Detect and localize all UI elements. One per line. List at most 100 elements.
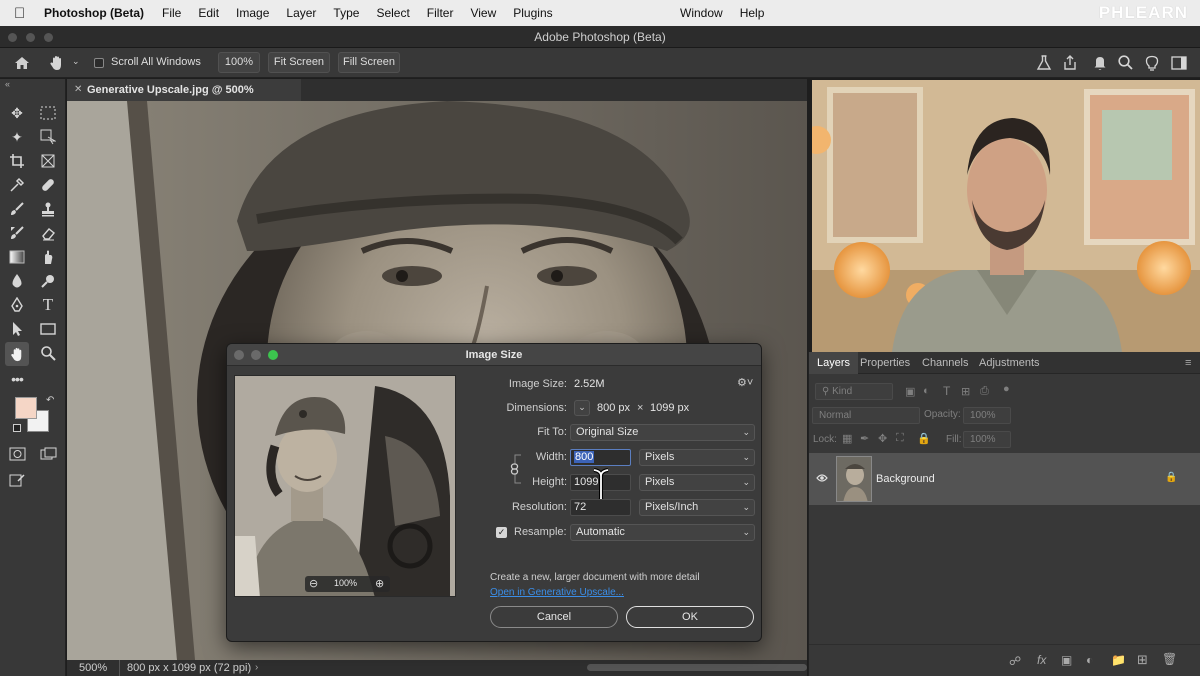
resample-checkbox[interactable]: ✓	[496, 527, 507, 538]
screen-mode-icon[interactable]	[37, 443, 59, 465]
history-brush-tool-icon[interactable]	[6, 222, 28, 244]
frame-tool-icon[interactable]	[37, 150, 59, 172]
fill-input[interactable]: 100%	[963, 431, 1011, 448]
link-layers-icon[interactable]: ☍	[1009, 654, 1021, 668]
filter-shape-icon[interactable]: ⊞	[961, 385, 970, 398]
layer-row-background[interactable]: Background 🔒	[809, 453, 1200, 505]
width-input[interactable]: 800	[570, 449, 631, 466]
menu-edit[interactable]: Edit	[198, 6, 219, 20]
collapse-tools-icon[interactable]: «	[5, 79, 10, 89]
status-document-info[interactable]: 800 px x 1099 px (72 ppi)	[127, 660, 251, 676]
dialog-preview[interactable]: ⊖ 100% ⊕	[234, 375, 456, 597]
delete-layer-trash-icon[interactable]: 🗑	[1162, 652, 1177, 666]
lock-all-icon[interactable]: 🔒	[917, 432, 931, 445]
scroll-all-windows-checkbox[interactable]	[94, 58, 104, 68]
zoom-in-icon[interactable]: ⊕	[375, 577, 384, 590]
tool-preset-chevron-icon[interactable]: ⌄	[72, 56, 80, 67]
dimensions-unit-chevron-icon[interactable]: ⌄	[574, 400, 590, 416]
healing-brush-tool-icon[interactable]	[37, 174, 59, 196]
tab-adjustments[interactable]: Adjustments	[979, 352, 1040, 374]
resample-select[interactable]: Automatic ⌄	[570, 524, 755, 541]
minimize-window-button[interactable]	[26, 33, 35, 42]
lasso-select-tool-icon[interactable]	[37, 126, 59, 148]
fit-screen-button[interactable]: Fit Screen	[268, 52, 330, 73]
object-selection-tool-icon[interactable]: ✦	[6, 126, 28, 148]
new-adjustment-icon[interactable]: ◐	[1086, 653, 1093, 667]
menu-select[interactable]: Select	[376, 6, 409, 20]
blend-mode-select[interactable]: Normal	[812, 407, 920, 424]
close-tab-icon[interactable]: ✕	[74, 79, 82, 101]
zoom-window-button[interactable]	[44, 33, 53, 42]
layer-name[interactable]: Background	[876, 473, 935, 485]
dialog-close-button[interactable]	[234, 350, 244, 360]
menu-filter[interactable]: Filter	[427, 6, 454, 20]
menu-help[interactable]: Help	[740, 6, 765, 20]
opacity-input[interactable]: 100%	[963, 407, 1011, 424]
foreground-color-swatch[interactable]	[15, 397, 37, 419]
filter-type-icon[interactable]: T	[943, 384, 950, 398]
new-layer-icon[interactable]: ⊞	[1137, 652, 1148, 668]
lock-image-icon[interactable]: ✒	[860, 432, 869, 445]
status-zoom-level[interactable]: 500%	[79, 660, 107, 676]
layer-visibility-eye-icon[interactable]	[816, 473, 828, 483]
menu-app-name[interactable]: Photoshop (Beta)	[44, 6, 144, 20]
apple-icon[interactable]: 	[14, 5, 30, 22]
hand-tool-active-icon[interactable]	[5, 342, 29, 366]
move-tool-icon[interactable]: ✥	[6, 102, 28, 124]
fit-to-select[interactable]: Original Size ⌄	[570, 424, 755, 441]
add-mask-icon[interactable]: ▣	[1061, 653, 1072, 667]
fill-screen-button[interactable]: Fill Screen	[338, 52, 400, 73]
layer-effects-icon[interactable]: fx	[1037, 653, 1046, 667]
discover-lightbulb-icon[interactable]	[1143, 53, 1161, 72]
menu-view[interactable]: View	[470, 6, 496, 20]
blur-tool-icon[interactable]	[6, 270, 28, 292]
ok-button[interactable]: OK	[626, 606, 754, 628]
lock-artboard-icon[interactable]: ⛶	[896, 432, 904, 445]
swap-colors-icon[interactable]: ↶	[46, 395, 54, 406]
cancel-button[interactable]: Cancel	[490, 606, 618, 628]
menu-plugins[interactable]: Plugins	[513, 6, 552, 20]
edit-toolbar-icon[interactable]	[6, 469, 28, 491]
menu-window[interactable]: Window	[680, 6, 723, 20]
filter-smart-object-icon[interactable]: ⎙	[980, 385, 989, 398]
zoom-out-icon[interactable]: ⊖	[309, 577, 318, 590]
open-generative-upscale-link[interactable]: Open in Generative Upscale...	[490, 587, 624, 598]
type-tool-icon[interactable]: T	[37, 294, 59, 316]
height-unit-select[interactable]: Pixels ⌄	[639, 474, 755, 491]
clone-stamp-tool-icon[interactable]	[37, 198, 59, 220]
home-icon[interactable]	[13, 55, 31, 71]
status-menu-chevron-icon[interactable]: ›	[255, 660, 258, 676]
more-tools-icon[interactable]: •••	[6, 368, 28, 390]
menu-file[interactable]: File	[162, 6, 181, 20]
eyedropper-tool-icon[interactable]	[6, 174, 28, 196]
smudge-tool-icon[interactable]	[37, 246, 59, 268]
hand-tool-icon[interactable]	[48, 54, 66, 72]
notifications-bell-icon[interactable]	[1092, 54, 1108, 72]
menu-image[interactable]: Image	[236, 6, 269, 20]
new-group-folder-icon[interactable]: 📁	[1111, 653, 1126, 667]
document-tab[interactable]: ✕ Generative Upscale.jpg @ 500% (RGB/8#)	[67, 79, 301, 118]
panel-menu-icon[interactable]: ≡	[1185, 357, 1191, 369]
close-window-button[interactable]	[8, 33, 17, 42]
eraser-tool-icon[interactable]	[37, 222, 59, 244]
dialog-minimize-button[interactable]	[251, 350, 261, 360]
settings-gear-icon[interactable]: ⚙˅	[737, 376, 753, 389]
menu-layer[interactable]: Layer	[286, 6, 316, 20]
menu-type[interactable]: Type	[333, 6, 359, 20]
path-selection-tool-icon[interactable]	[6, 318, 28, 340]
horizontal-scrollbar[interactable]	[587, 664, 807, 671]
zoom-100-button[interactable]: 100%	[218, 52, 260, 73]
resolution-unit-select[interactable]: Pixels/Inch ⌄	[639, 499, 755, 516]
dialog-zoom-button[interactable]	[268, 350, 278, 360]
dodge-tool-icon[interactable]	[37, 270, 59, 292]
gradient-tool-icon[interactable]	[6, 246, 28, 268]
share-icon[interactable]	[1062, 54, 1078, 72]
default-colors-icon[interactable]	[13, 424, 21, 432]
resolution-input[interactable]: 72	[570, 499, 631, 516]
labs-flask-icon[interactable]	[1036, 54, 1052, 72]
brush-tool-icon[interactable]	[6, 198, 28, 220]
rectangle-tool-icon[interactable]	[37, 318, 59, 340]
width-unit-select[interactable]: Pixels ⌄	[639, 449, 755, 466]
tab-layers[interactable]: Layers	[809, 352, 859, 374]
lock-position-icon[interactable]: ✥	[878, 432, 887, 445]
